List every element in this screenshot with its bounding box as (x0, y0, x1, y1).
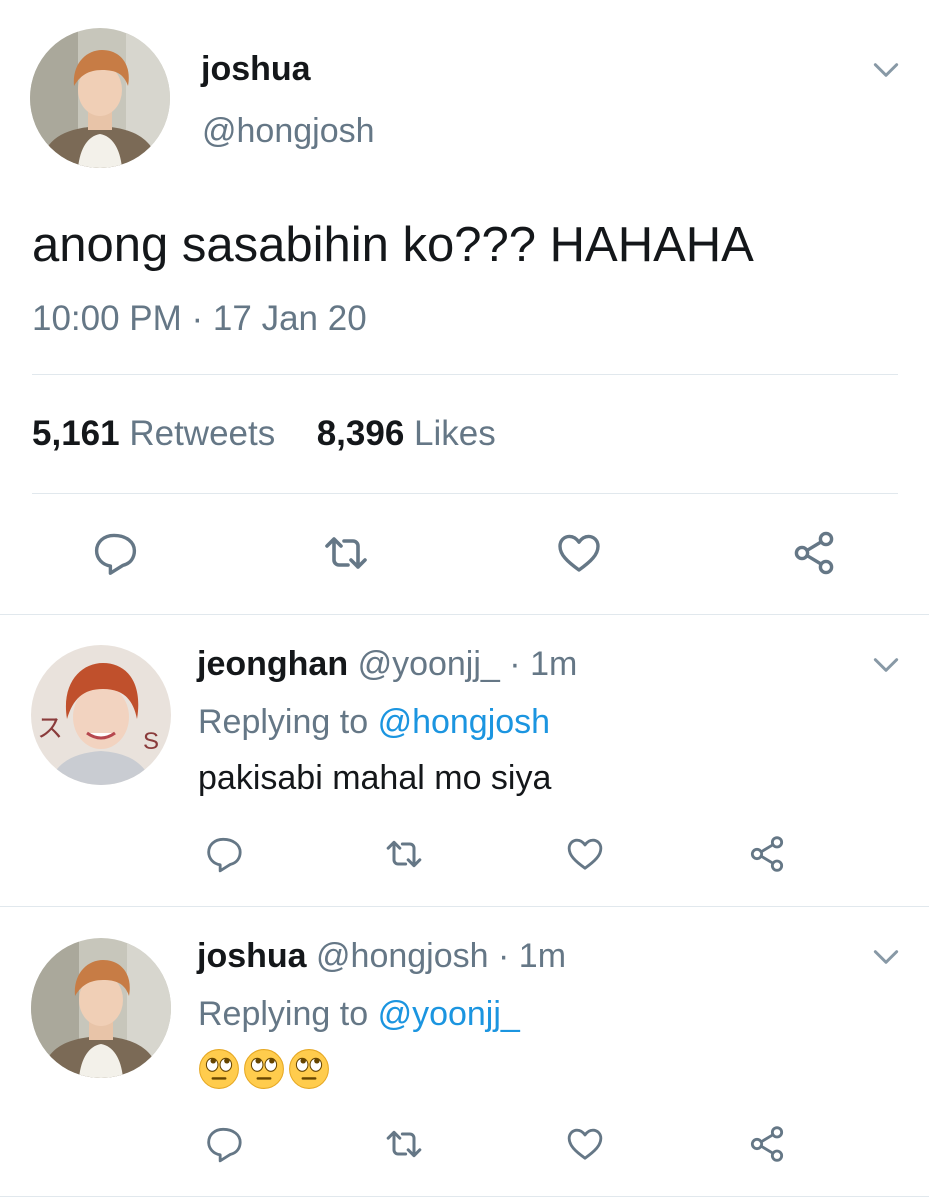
separator-dot: · (509, 645, 521, 683)
reply-icon[interactable] (204, 834, 244, 874)
retweets-label: Retweets (129, 414, 276, 453)
likes-label: Likes (414, 414, 496, 453)
reply-header: joshua @hongjosh · 1m (197, 937, 566, 976)
reply-time[interactable]: 1m (519, 937, 566, 975)
divider (0, 906, 929, 907)
display-name[interactable]: joshua (197, 937, 307, 975)
tweet-timestamp[interactable]: 10:00 PM · 17 Jan 20 (32, 299, 367, 339)
replying-to: Replying to @yoonjj_ (198, 995, 520, 1034)
display-name[interactable]: joshua (201, 50, 311, 89)
retweets-count: 5,161 (32, 414, 120, 453)
reply-icon[interactable] (91, 529, 139, 577)
reply-icon[interactable] (204, 1124, 244, 1164)
share-icon[interactable] (790, 529, 838, 577)
reply-emojis (198, 1048, 333, 1090)
divider (0, 614, 929, 615)
tweet-stats: 5,161 Retweets 8,396 Likes (32, 414, 496, 454)
avatar[interactable]: ス S (31, 645, 171, 785)
likes-stat[interactable]: 8,396 Likes (317, 414, 496, 453)
divider (32, 493, 898, 494)
chevron-down-icon[interactable] (870, 941, 902, 973)
replying-prefix: Replying to (198, 703, 369, 741)
like-icon[interactable] (565, 1124, 605, 1164)
divider (0, 1196, 929, 1197)
face-with-rolling-eyes-icon (198, 1048, 240, 1095)
share-icon[interactable] (747, 834, 787, 874)
separator-dot: · (498, 937, 510, 975)
likes-count: 8,396 (316, 414, 405, 453)
avatar[interactable] (31, 938, 171, 1078)
user-handle[interactable]: @yoonjj_ (358, 645, 500, 683)
tweet-text: anong sasabihin ko??? HAHAHA (32, 218, 754, 272)
retweet-icon[interactable] (384, 834, 424, 874)
like-icon[interactable] (555, 529, 603, 577)
user-handle[interactable]: @hongjosh (316, 937, 489, 975)
replying-prefix: Replying to (198, 995, 369, 1033)
reply-header: jeonghan @yoonjj_ · 1m (197, 645, 577, 684)
like-icon[interactable] (565, 834, 605, 874)
face-with-rolling-eyes-icon (288, 1048, 330, 1095)
divider (32, 374, 898, 375)
replying-to-link[interactable]: @yoonjj_ (378, 995, 520, 1033)
reply-text: pakisabi mahal mo siya (198, 759, 552, 797)
avatar[interactable] (30, 28, 170, 168)
replying-to-link[interactable]: @hongjosh (378, 703, 551, 741)
retweets-stat[interactable]: 5,161 Retweets (32, 414, 285, 453)
face-with-rolling-eyes-icon (243, 1048, 285, 1095)
svg-text:ス: ス (37, 713, 63, 743)
chevron-down-icon[interactable] (870, 649, 902, 681)
reply-time[interactable]: 1m (530, 645, 577, 683)
share-icon[interactable] (747, 1124, 787, 1164)
chevron-down-icon[interactable] (870, 54, 902, 86)
retweet-icon[interactable] (322, 529, 370, 577)
svg-text:S: S (143, 728, 159, 755)
display-name[interactable]: jeonghan (197, 645, 348, 683)
user-handle[interactable]: @hongjosh (202, 112, 375, 151)
replying-to: Replying to @hongjosh (198, 703, 550, 742)
retweet-icon[interactable] (384, 1124, 424, 1164)
